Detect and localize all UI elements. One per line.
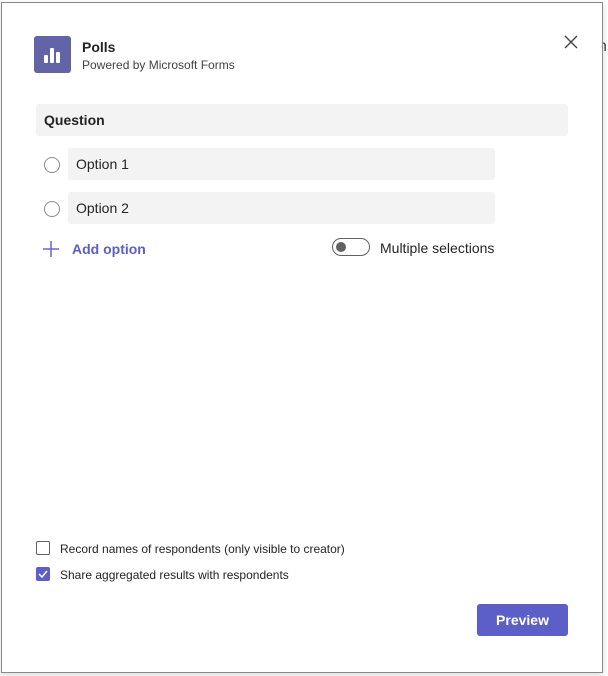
option-1-placeholder: Option 1 bbox=[76, 156, 129, 172]
multiple-selections-label: Multiple selections bbox=[380, 240, 495, 256]
option-1-input[interactable]: Option 1 bbox=[68, 148, 495, 180]
question-placeholder: Question bbox=[44, 112, 105, 128]
record-names-checkbox[interactable] bbox=[36, 541, 50, 555]
close-icon bbox=[564, 35, 578, 49]
option-1-radio bbox=[44, 157, 60, 173]
question-input[interactable]: Question bbox=[36, 104, 568, 136]
checkmark-icon bbox=[38, 570, 48, 579]
option-2-input[interactable]: Option 2 bbox=[68, 192, 495, 224]
poll-chart-icon bbox=[34, 36, 71, 73]
share-results-label: Share aggregated results with respondent… bbox=[60, 568, 289, 582]
app-title: Polls bbox=[82, 39, 116, 55]
app-subtitle: Powered by Microsoft Forms bbox=[82, 58, 235, 72]
preview-button[interactable]: Preview bbox=[477, 604, 568, 636]
multiple-selections-toggle[interactable] bbox=[332, 238, 370, 256]
record-names-label: Record names of respondents (only visibl… bbox=[60, 542, 345, 556]
add-option-label: Add option bbox=[72, 241, 146, 257]
share-results-checkbox[interactable] bbox=[36, 567, 50, 581]
toggle-knob bbox=[336, 242, 346, 252]
option-2-radio bbox=[44, 201, 60, 217]
add-option-button[interactable]: Add option bbox=[42, 239, 146, 259]
polls-dialog: Polls Powered by Microsoft Forms Questio… bbox=[1, 2, 603, 673]
close-button[interactable] bbox=[560, 31, 582, 53]
plus-icon bbox=[43, 241, 59, 257]
option-2-placeholder: Option 2 bbox=[76, 200, 129, 216]
